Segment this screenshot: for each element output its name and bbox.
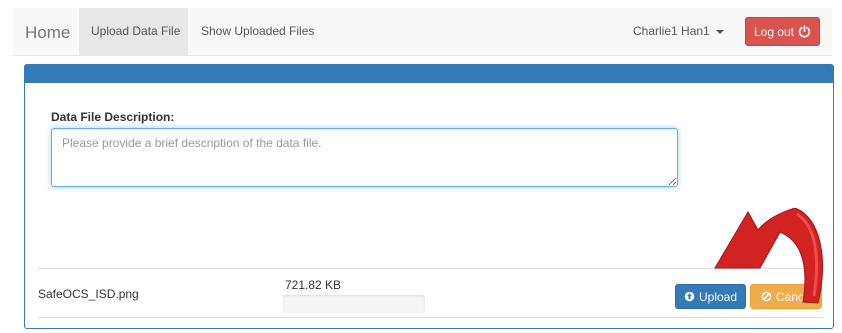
page: Home Upload Data File Show Uploaded File…: [0, 0, 842, 333]
description-textarea[interactable]: [51, 128, 678, 187]
nav-item-show-uploaded-files[interactable]: Show Uploaded Files: [189, 8, 326, 55]
file-name: SafeOCS_ISD.png: [38, 287, 139, 301]
cancel-button[interactable]: Cancel: [750, 284, 822, 309]
upload-panel: Data File Description: SafeOCS_ISD.png 7…: [24, 64, 834, 329]
upload-label: Upload: [698, 289, 738, 304]
file-size: 721.82 KB: [285, 278, 342, 292]
description-label: Data File Description:: [51, 110, 175, 124]
nav-item-upload-data-file[interactable]: Upload Data File: [79, 8, 188, 55]
caret-down-icon: [715, 29, 724, 34]
upload-progress-bar: [283, 295, 425, 313]
file-row: SafeOCS_ISD.png 721.82 KB Upload Cancel: [38, 268, 823, 318]
panel-heading: [25, 65, 833, 83]
user-name: Charlie1 Han1: [633, 24, 710, 38]
cancel-label: Cancel: [776, 289, 814, 304]
circle-arrow-up-icon: [684, 291, 695, 302]
upload-button[interactable]: Upload: [675, 284, 746, 309]
nav-brand-home[interactable]: Home: [25, 23, 70, 43]
top-navbar: Home Upload Data File Show Uploaded File…: [13, 8, 832, 56]
power-icon: [798, 25, 811, 38]
ban-icon: [761, 291, 772, 302]
user-menu-dropdown[interactable]: Charlie1 Han1: [633, 8, 724, 55]
logout-label: Log out: [753, 24, 795, 39]
logout-button[interactable]: Log out: [745, 17, 820, 46]
